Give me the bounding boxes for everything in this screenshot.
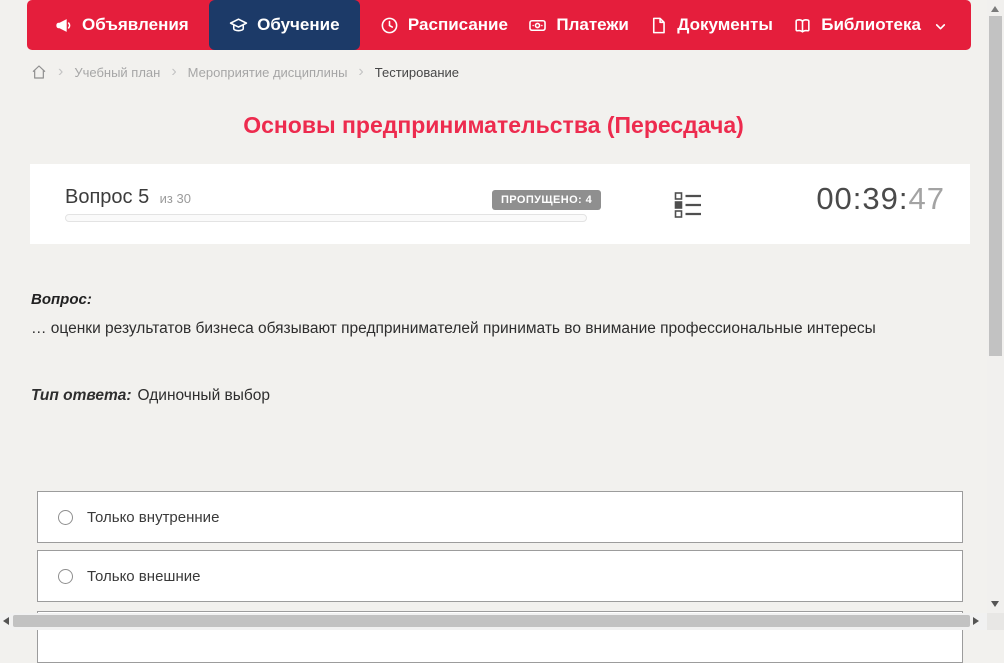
nav-item-library[interactable]: Библиотека bbox=[793, 0, 947, 50]
question-total: из 30 bbox=[159, 191, 191, 206]
question-area: Вопрос: … оценки результатов бизнеса обя… bbox=[31, 291, 911, 405]
nav-item-label: Библиотека bbox=[821, 15, 921, 34]
question-card: Вопрос 5 из 30 ПРОПУЩЕНО: 4 00:39:47 bbox=[30, 164, 970, 244]
nav-item-label: Документы bbox=[677, 15, 773, 34]
nav-item-label: Расписание bbox=[407, 15, 508, 34]
answer-option-2[interactable]: Только внешние bbox=[37, 550, 963, 602]
horizontal-scrollbar[interactable] bbox=[0, 613, 987, 630]
nav-item-learning[interactable]: Обучение bbox=[209, 0, 360, 50]
list-outline-icon bbox=[674, 191, 702, 219]
question-counter: Вопрос 5 из 30 bbox=[65, 186, 191, 209]
horizontal-scrollbar-thumb[interactable] bbox=[13, 615, 970, 627]
timer-hhmm: 00:39: bbox=[816, 181, 909, 216]
answer-option-label: Только внутренние bbox=[87, 508, 220, 526]
breadcrumb-separator: › bbox=[58, 63, 64, 80]
nav-item-label: Обучение bbox=[257, 15, 340, 34]
answer-type-row: Тип ответа: Одиночный выбор bbox=[31, 387, 911, 405]
breadcrumb-item-curriculum[interactable]: Учебный план bbox=[74, 65, 160, 80]
breadcrumb-separator: › bbox=[358, 63, 364, 80]
answer-option-label: Только внешние bbox=[87, 567, 201, 585]
megaphone-icon bbox=[54, 16, 73, 35]
radio-button[interactable] bbox=[58, 509, 73, 525]
home-icon[interactable] bbox=[31, 64, 47, 80]
question-number: Вопрос 5 bbox=[65, 186, 150, 208]
scroll-down-arrow-icon[interactable] bbox=[991, 601, 999, 607]
question-heading: Вопрос: bbox=[31, 291, 92, 308]
progress-bar bbox=[65, 214, 587, 222]
top-navbar: Объявления Обучение Расписание Платежи Д… bbox=[27, 0, 971, 50]
vertical-scrollbar-thumb[interactable] bbox=[989, 16, 1002, 356]
breadcrumb-separator: › bbox=[171, 63, 177, 80]
answer-type-value: Одиночный выбор bbox=[137, 387, 271, 404]
scrollbar-corner bbox=[987, 613, 1004, 630]
breadcrumb-item-discipline-event[interactable]: Мероприятие дисциплины bbox=[188, 65, 348, 80]
answer-type-label: Тип ответа: bbox=[31, 387, 132, 404]
clock-icon bbox=[380, 16, 399, 35]
scroll-right-arrow-icon[interactable] bbox=[973, 617, 979, 625]
breadcrumb-item-testing: Тестирование bbox=[374, 64, 460, 80]
page-title: Основы предпринимательства (Пересдача) bbox=[243, 112, 744, 138]
scroll-left-arrow-icon[interactable] bbox=[3, 617, 9, 625]
breadcrumb: › Учебный план › Мероприятие дисциплины … bbox=[31, 62, 459, 82]
open-book-icon bbox=[793, 16, 812, 35]
vertical-scrollbar[interactable] bbox=[987, 0, 1004, 613]
scroll-up-arrow-icon[interactable] bbox=[991, 6, 999, 12]
graduation-cap-icon bbox=[229, 16, 248, 35]
timer-seconds: 47 bbox=[908, 181, 945, 216]
document-icon bbox=[649, 16, 668, 35]
nav-item-label: Платежи bbox=[556, 15, 629, 34]
question-text: … оценки результатов бизнеса обязывают п… bbox=[31, 320, 876, 337]
banknote-icon bbox=[528, 16, 547, 35]
timer: 00:39:47 bbox=[816, 181, 945, 217]
nav-item-announcements[interactable]: Объявления bbox=[54, 0, 189, 50]
nav-item-documents[interactable]: Документы bbox=[649, 0, 773, 50]
question-list-button[interactable] bbox=[674, 191, 702, 219]
nav-item-label: Объявления bbox=[82, 15, 189, 34]
radio-button[interactable] bbox=[58, 568, 73, 584]
answer-option-1[interactable]: Только внутренние bbox=[37, 491, 963, 543]
chevron-down-icon bbox=[930, 18, 947, 33]
nav-item-schedule[interactable]: Расписание bbox=[380, 0, 508, 50]
nav-item-payments[interactable]: Платежи bbox=[528, 0, 629, 50]
skipped-badge: ПРОПУЩЕНО: 4 bbox=[492, 190, 602, 210]
